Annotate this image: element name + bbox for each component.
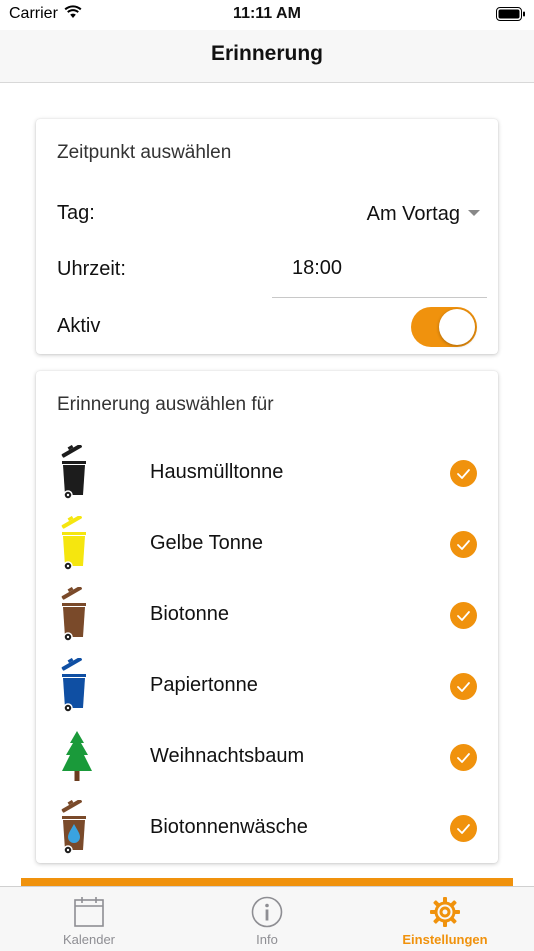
tab-label: Info [256, 932, 278, 947]
bin-label: Hausmülltonne [150, 461, 284, 483]
time-input-value: 18:00 [292, 257, 343, 279]
blue-bin-icon [61, 658, 86, 713]
toggle-knob [439, 309, 475, 345]
list-item-biotonne[interactable]: Biotonne [36, 587, 498, 643]
caret-down-icon [468, 210, 480, 216]
checkmark-icon[interactable] [450, 815, 477, 842]
checkmark-icon[interactable] [450, 602, 477, 629]
bin-label: Gelbe Tonne [150, 532, 264, 554]
bin-selection-card: Erinnerung auswählen für Hausmülltonne G… [36, 371, 498, 863]
navigation-bar: Erinnerung [0, 30, 534, 83]
info-icon [251, 896, 283, 928]
orange-accent-strip [21, 878, 513, 886]
day-label: Tag: [57, 202, 95, 224]
time-label: Uhrzeit: [57, 258, 126, 280]
checkmark-icon[interactable] [450, 460, 477, 487]
tab-label: Einstellungen [402, 932, 488, 947]
christmas-tree-icon [62, 731, 92, 781]
list-item-hausmuelltonne[interactable]: Hausmülltonne [36, 445, 498, 501]
list-item-gelbe-tonne[interactable]: Gelbe Tonne [36, 516, 498, 572]
clock: 11:11 AM [233, 5, 301, 22]
active-toggle[interactable] [411, 307, 477, 347]
day-dropdown-value: Am Vortag [366, 202, 460, 225]
list-item-papiertonne[interactable]: Papiertonne [36, 658, 498, 714]
checkmark-icon[interactable] [450, 531, 477, 558]
battery-icon [496, 7, 525, 21]
brown-bin-icon [61, 587, 86, 642]
tab-info[interactable]: Info [178, 887, 356, 951]
bin-label: Weihnachtsbaum [150, 745, 305, 767]
tab-label: Kalender [62, 932, 116, 947]
tab-bar: Kalender Info Einstellungen [0, 886, 534, 951]
black-bin-icon [61, 445, 86, 500]
card-title: Zeitpunkt auswählen [57, 142, 232, 163]
status-bar: Carrier 11:11 AM [0, 0, 534, 30]
brown-bin-water-drop-icon [61, 800, 86, 855]
tab-kalender[interactable]: Kalender [0, 887, 178, 951]
gear-icon [430, 897, 460, 927]
list-item-biotonnenwaesche[interactable]: Biotonnenwäsche [36, 800, 498, 856]
checkmark-icon[interactable] [450, 744, 477, 771]
day-dropdown[interactable]: Am Vortag [367, 199, 480, 229]
time-input[interactable]: 18:00 [272, 256, 487, 298]
checkmark-icon[interactable] [450, 673, 477, 700]
bin-label: Papiertonne [150, 674, 258, 696]
bin-label: Biotonnenwäsche [150, 816, 308, 838]
bin-label: Biotonne [150, 603, 229, 625]
yellow-bin-icon [61, 516, 86, 571]
active-label: Aktiv [57, 315, 101, 337]
calendar-icon [74, 897, 104, 927]
tab-einstellungen[interactable]: Einstellungen [356, 887, 534, 951]
page-title: Erinnerung [210, 42, 323, 65]
card-title: Erinnerung auswählen für [57, 394, 274, 415]
reminder-time-card: Zeitpunkt auswählen Tag: Am Vortag Uhrze… [36, 119, 498, 354]
list-item-weihnachtsbaum[interactable]: Weihnachtsbaum [36, 729, 498, 785]
